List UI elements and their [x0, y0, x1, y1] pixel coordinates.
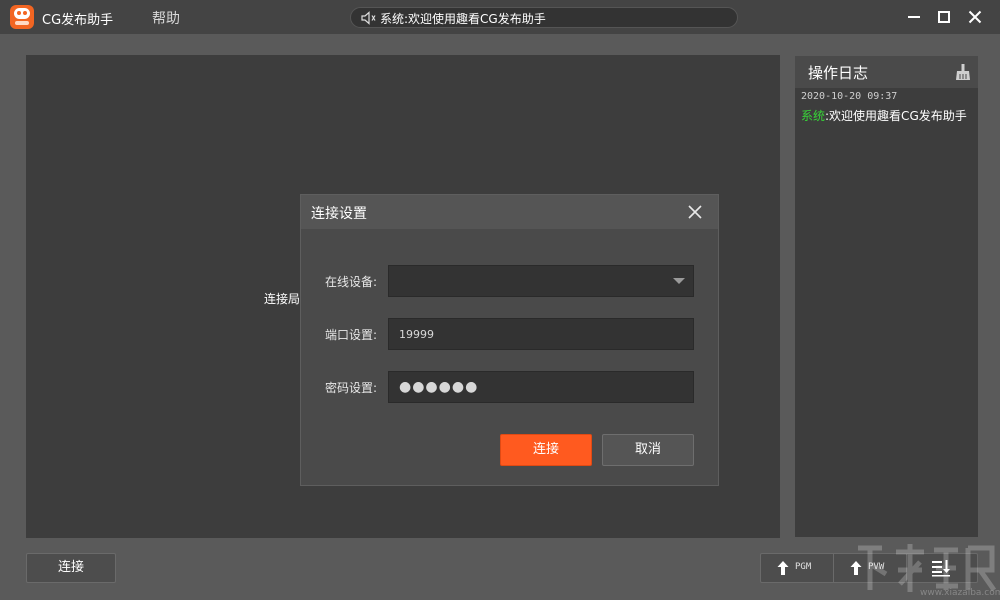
log-entry: 系统:欢迎使用趣看CG发布助手	[801, 107, 967, 124]
log-entry-source: 系统	[801, 109, 825, 123]
output-button-group: PGM PVW	[760, 553, 978, 583]
arrow-up-icon	[849, 560, 863, 576]
pvw-label: PVW	[868, 562, 884, 572]
divider	[906, 554, 907, 582]
speaker-icon	[361, 11, 377, 25]
dialog-close-icon[interactable]	[687, 204, 703, 220]
password-field[interactable]: ●●●●●●	[388, 371, 694, 403]
close-window-button[interactable]	[966, 8, 984, 26]
dialog-title: 连接设置	[311, 203, 367, 223]
system-notice-bar: 系统:欢迎使用趣看CG发布助手	[350, 7, 738, 28]
log-entry-time: 2020-10-20 09:37	[801, 91, 897, 102]
cancel-button[interactable]: 取消	[602, 434, 694, 466]
app-logo-icon	[10, 5, 34, 29]
chevron-down-icon	[673, 278, 685, 286]
dialog-header: 连接设置	[301, 195, 718, 229]
menu-help[interactable]: 帮助	[152, 8, 180, 28]
close-icon	[966, 8, 984, 26]
operation-log-panel: 操作日志 2020-10-20 09:37 系统:欢迎使用趣看CG发布助手	[795, 56, 978, 537]
title-bar: CG发布助手 帮助 系统:欢迎使用趣看CG发布助手	[0, 0, 1000, 34]
pgm-button[interactable]: PGM	[761, 554, 833, 582]
log-header: 操作日志	[795, 56, 978, 88]
device-select[interactable]	[388, 265, 694, 297]
maximize-button[interactable]	[935, 8, 953, 26]
notice-text: 系统:欢迎使用趣看CG发布助手	[380, 10, 546, 27]
pgm-label: PGM	[795, 562, 811, 572]
preview-connect-hint: 连接局	[264, 290, 300, 307]
log-title: 操作日志	[808, 62, 868, 83]
maximize-icon	[935, 8, 953, 26]
password-label: 密码设置:	[325, 379, 377, 396]
device-label: 在线设备:	[325, 273, 377, 290]
app-title: CG发布助手	[42, 9, 113, 28]
port-label: 端口设置:	[325, 326, 377, 343]
broom-clear-icon[interactable]	[954, 63, 972, 81]
connection-settings-dialog: 连接设置 在线设备: 端口设置: 密码设置: ●●●●●● 连接 取消	[300, 194, 719, 486]
minimize-icon	[905, 8, 923, 26]
log-entry-message: :欢迎使用趣看CG发布助手	[825, 109, 967, 123]
minimize-button[interactable]	[905, 8, 923, 26]
port-field	[388, 318, 694, 350]
password-mask: ●●●●●●	[399, 379, 478, 395]
connect-confirm-button[interactable]: 连接	[500, 434, 592, 466]
list-download-icon[interactable]	[931, 559, 951, 577]
connect-button[interactable]: 连接	[26, 553, 116, 583]
watermark-url: www.xiazaiba.com	[920, 588, 1000, 598]
port-input[interactable]	[389, 319, 693, 349]
pvw-button[interactable]: PVW	[834, 554, 906, 582]
arrow-up-icon	[776, 560, 790, 576]
